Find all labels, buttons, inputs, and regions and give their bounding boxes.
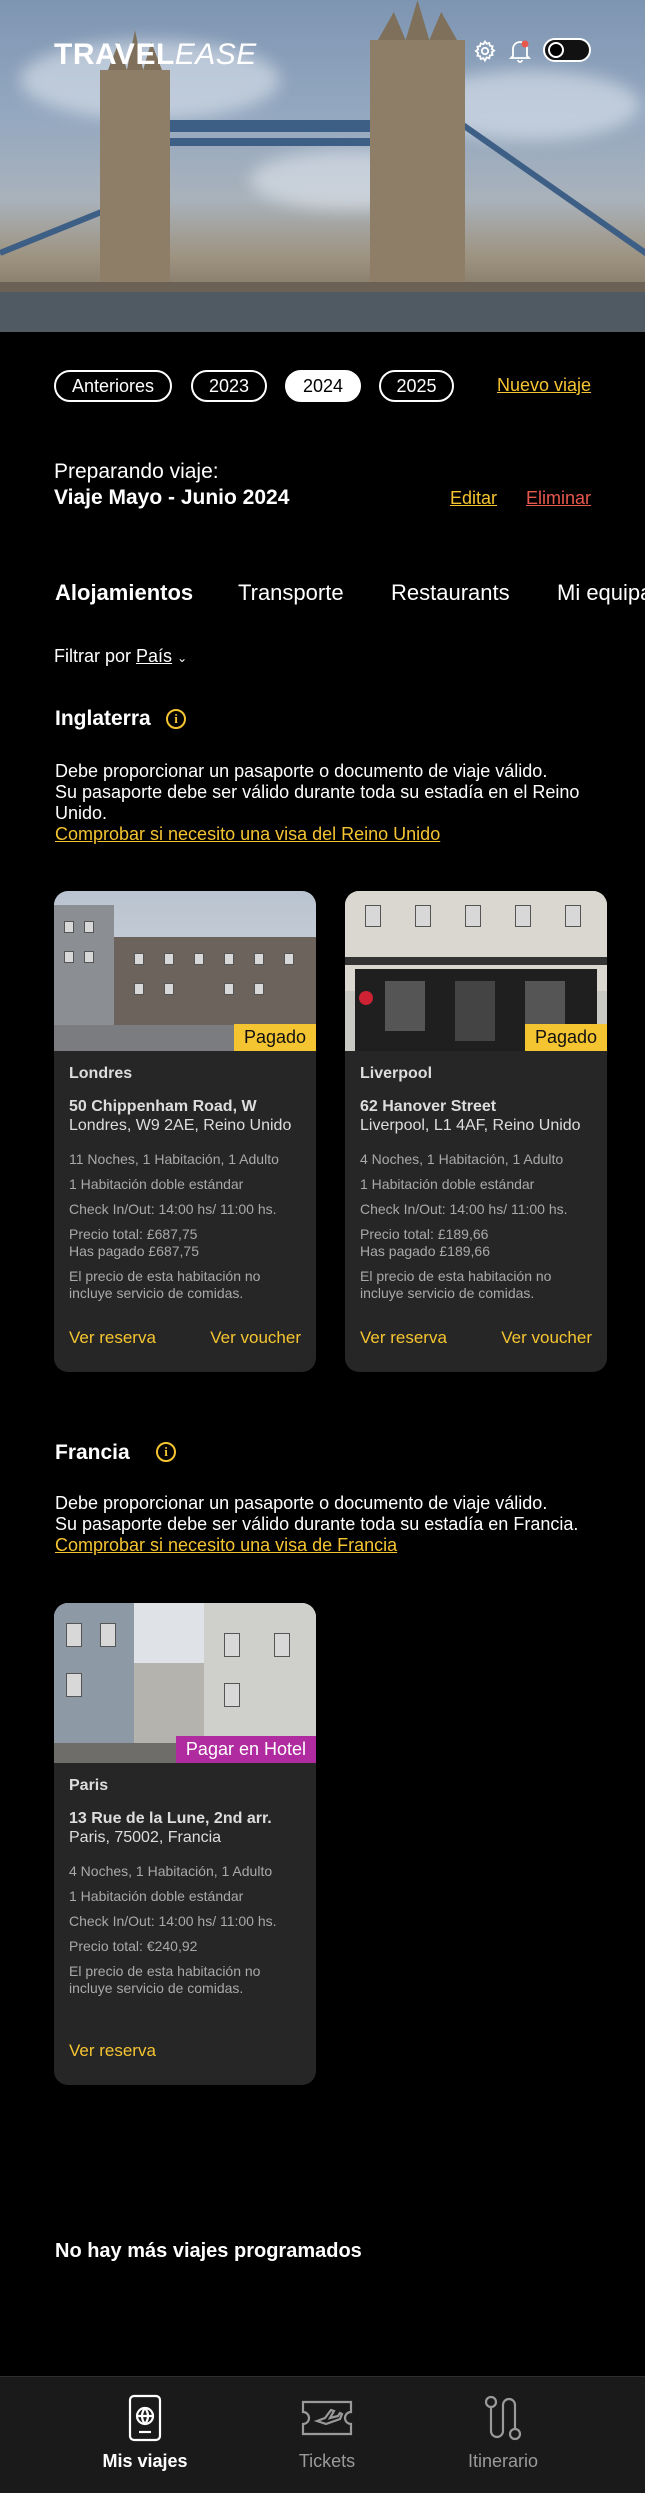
- meal-note: El precio de esta habitación no incluye …: [69, 1963, 261, 1996]
- visa-check-link-uk[interactable]: Comprobar si necesito una visa del Reino…: [55, 824, 440, 844]
- info-icon[interactable]: i: [156, 1442, 176, 1462]
- hotel-photo: Pagar en Hotel: [54, 1603, 316, 1763]
- meal-note: El precio de esta habitación no incluye …: [360, 1268, 552, 1301]
- tab-alojamientos[interactable]: Alojamientos: [55, 580, 193, 606]
- meal-note: El precio de esta habitación no incluye …: [69, 1268, 261, 1301]
- tab-restaurants[interactable]: Restaurants: [391, 580, 510, 606]
- delete-trip-link[interactable]: Eliminar: [526, 488, 591, 509]
- total-price: Precio total: €240,92: [69, 1938, 198, 1954]
- checkin-times: Check In/Out: 14:00 hs/ 11:00 hs.: [360, 1201, 568, 1217]
- nav-mis-viajes[interactable]: Mis viajes: [55, 2377, 235, 2493]
- country-title-inglaterra: Inglaterra: [55, 707, 151, 730]
- hotel-address-line1: 62 Hanover Street: [360, 1098, 497, 1115]
- year-pill-2025[interactable]: 2025: [379, 370, 454, 402]
- total-price: Precio total: £687,75: [69, 1226, 198, 1242]
- visa-check-link-fr[interactable]: Comprobar si necesito una visa de Franci…: [55, 1535, 397, 1555]
- hotel-photo: Pagado: [54, 891, 316, 1051]
- filter-country-dropdown[interactable]: País: [136, 646, 172, 666]
- chevron-down-icon: ⌄: [177, 651, 188, 665]
- trip-name: Viaje Mayo - Junio 2024: [54, 486, 290, 509]
- hotel-photo: Pagado: [345, 891, 607, 1051]
- hotel-address-line1: 50 Chippenham Road, W: [69, 1098, 257, 1115]
- bottom-navigation: Mis viajes Tickets Itinerario: [0, 2376, 645, 2493]
- no-more-trips-text: No hay más viajes programados: [55, 2240, 362, 2262]
- hotel-address-line2: Paris, 75002, Francia: [69, 1829, 222, 1846]
- view-voucher-link[interactable]: Ver voucher: [501, 1328, 592, 1348]
- room-type: 1 Habitación doble estándar: [69, 1176, 244, 1192]
- country-notice-francia: Debe proporcionar un pasaporte o documen…: [55, 1493, 579, 1555]
- view-voucher-link[interactable]: Ver voucher: [210, 1328, 301, 1348]
- stay-summary: 11 Noches, 1 Habitación, 1 Adulto: [69, 1151, 279, 1167]
- hotel-card-londres: Pagado Londres 50 Chippenham Road, W Lon…: [54, 891, 316, 1372]
- room-type: 1 Habitación doble estándar: [360, 1176, 535, 1192]
- view-booking-link[interactable]: Ver reserva: [360, 1328, 447, 1348]
- ticket-icon: [301, 2393, 353, 2443]
- nav-itinerario[interactable]: Itinerario: [413, 2377, 593, 2493]
- hotel-card-paris: Pagar en Hotel Paris 13 Rue de la Lune, …: [54, 1603, 316, 2085]
- new-trip-link[interactable]: Nuevo viaje: [497, 375, 591, 396]
- country-notice-inglaterra: Debe proporcionar un pasaporte o documen…: [55, 761, 580, 844]
- tab-mi-equipaje[interactable]: Mi equipaje: [557, 580, 645, 606]
- passport-icon: [128, 2393, 162, 2443]
- hotel-city: Paris: [69, 1777, 109, 1794]
- nav-label: Itinerario: [467, 2451, 539, 2471]
- paid-amount: Has pagado £687,75: [69, 1243, 199, 1259]
- stay-summary: 4 Noches, 1 Habitación, 1 Adulto: [69, 1863, 273, 1879]
- gear-icon[interactable]: [472, 38, 498, 64]
- stay-summary: 4 Noches, 1 Habitación, 1 Adulto: [360, 1151, 564, 1167]
- total-price: Precio total: £189,66: [360, 1226, 489, 1242]
- view-booking-link[interactable]: Ver reserva: [69, 2041, 156, 2061]
- category-tabs: Alojamientos Transporte Restaurants Mi e…: [0, 580, 645, 610]
- app-logo: TRAVELEASE: [54, 38, 257, 71]
- filter-row: Filtrar por País ⌄: [54, 646, 187, 667]
- year-pill-anteriores[interactable]: Anteriores: [54, 370, 172, 402]
- edit-trip-link[interactable]: Editar: [450, 488, 497, 509]
- route-icon: [483, 2393, 523, 2443]
- status-badge: Pagar en Hotel: [175, 1736, 316, 1763]
- hotel-address-line1: 13 Rue de la Lune, 2nd arr.: [69, 1810, 272, 1827]
- preparing-label: Preparando viaje:: [54, 460, 219, 483]
- checkin-times: Check In/Out: 14:00 hs/ 11:00 hs.: [69, 1913, 277, 1929]
- room-type: 1 Habitación doble estándar: [69, 1888, 244, 1904]
- nav-label: Tickets: [298, 2451, 356, 2471]
- tab-transporte[interactable]: Transporte: [238, 580, 344, 606]
- hotel-address-line2: Liverpool, L1 4AF, Reino Unido: [360, 1117, 581, 1134]
- hotel-city: Londres: [69, 1065, 133, 1082]
- hotel-address-line2: Londres, W9 2AE, Reino Unido: [69, 1117, 292, 1134]
- filter-label: Filtrar por: [54, 646, 132, 666]
- paid-amount: Has pagado £189,66: [360, 1243, 490, 1259]
- theme-toggle[interactable]: [543, 38, 591, 62]
- year-pill-2024[interactable]: 2024: [285, 370, 361, 402]
- nav-tickets[interactable]: Tickets: [237, 2377, 417, 2493]
- country-title-francia: Francia: [55, 1441, 130, 1464]
- status-badge: Pagado: [233, 1024, 316, 1051]
- view-booking-link[interactable]: Ver reserva: [69, 1328, 156, 1348]
- nav-label: Mis viajes: [102, 2451, 188, 2471]
- year-pill-2023[interactable]: 2023: [191, 370, 267, 402]
- hotel-city: Liverpool: [360, 1065, 433, 1082]
- checkin-times: Check In/Out: 14:00 hs/ 11:00 hs.: [69, 1201, 277, 1217]
- status-badge: Pagado: [524, 1024, 607, 1051]
- hotel-card-liverpool: Pagado Liverpool 62 Hanover Street Liver…: [345, 891, 607, 1372]
- info-icon[interactable]: i: [166, 709, 186, 729]
- bell-icon[interactable]: [507, 38, 533, 64]
